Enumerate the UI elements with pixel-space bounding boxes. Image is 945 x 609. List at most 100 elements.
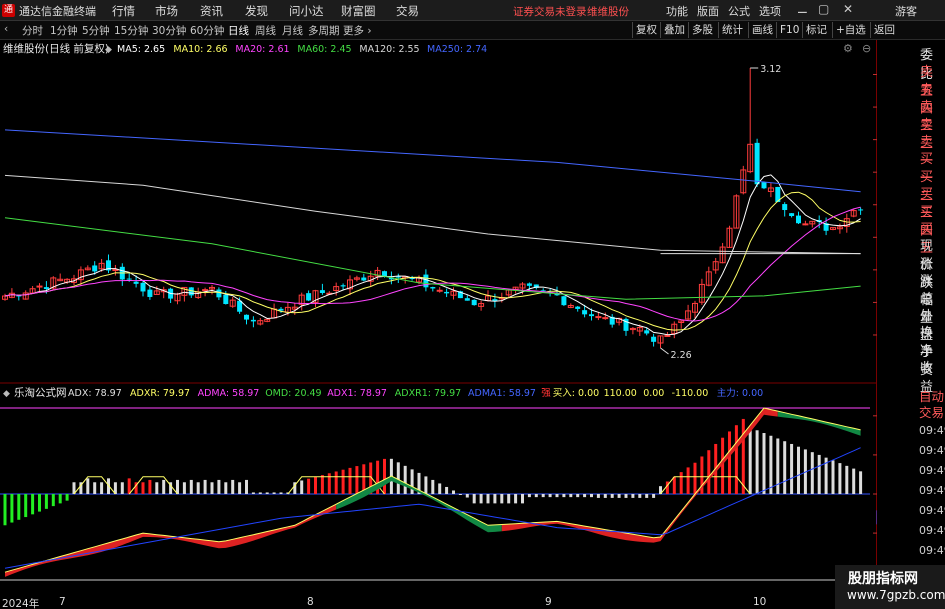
- menu-function[interactable]: 功能: [666, 3, 688, 19]
- add-favorite-button[interactable]: +自选: [832, 22, 869, 38]
- indicator-toggle-icon[interactable]: ◆: [3, 389, 10, 399]
- kline-candle: [464, 298, 470, 301]
- indicator-bar: [790, 443, 794, 494]
- ma250-line: [4, 129, 861, 193]
- indicator-legend-item: 0.00: [643, 388, 664, 399]
- indicator-bar: [610, 494, 614, 498]
- period-1min[interactable]: 1分钟: [50, 23, 78, 38]
- time-label: 09:49: [919, 464, 945, 477]
- back-arrow-icon[interactable]: ‹: [4, 23, 8, 35]
- ma-legend-item: MA120: 2.55: [359, 44, 419, 55]
- kline-candle: [444, 291, 450, 294]
- period-multi[interactable]: 多周期: [308, 23, 340, 38]
- indicator-bar: [797, 446, 800, 494]
- login-warning[interactable]: 证券交易未登录: [513, 4, 587, 19]
- indicator-bar: [210, 482, 214, 494]
- indicator-bar: [472, 494, 476, 504]
- overlay-button[interactable]: 叠加: [660, 22, 688, 38]
- menu-quotes[interactable]: 行情: [112, 3, 135, 19]
- indicator-legend-item: ADMA: 58.97: [198, 388, 260, 399]
- ma10-line: [4, 191, 861, 331]
- period-more[interactable]: 更多 ›: [343, 23, 372, 38]
- date-label: 10: [753, 596, 767, 608]
- mark-button[interactable]: 标记: [802, 22, 830, 38]
- right-time-panel: 自动交易09:4909:4909:4909:4909:4909:4909:490…: [917, 382, 945, 582]
- period-tick[interactable]: 分时: [22, 23, 43, 38]
- indicator-bar: [141, 482, 145, 494]
- menu-discover[interactable]: 发现: [245, 3, 268, 19]
- period-60min[interactable]: 60分钟: [190, 23, 224, 38]
- period-30min[interactable]: 30分钟: [152, 23, 186, 38]
- min-price-label: 2.26: [671, 350, 692, 361]
- indicator-bar: [93, 482, 97, 494]
- indicator-bar: [859, 471, 863, 494]
- indicator-bar: [3, 494, 7, 526]
- minimize-icon[interactable]: ⚊: [797, 2, 808, 16]
- stats-button[interactable]: 统计: [718, 22, 746, 38]
- kline-candle: [651, 336, 657, 342]
- menu-market[interactable]: 市场: [155, 3, 178, 19]
- adjust-button[interactable]: 复权: [632, 22, 660, 38]
- indicator-bar: [38, 494, 41, 512]
- menu-news[interactable]: 资讯: [200, 3, 223, 19]
- indicator-bar: [265, 492, 269, 494]
- maximize-icon[interactable]: ▢: [818, 2, 829, 16]
- menu-formula[interactable]: 公式: [728, 3, 750, 19]
- indicator-bar: [534, 494, 538, 498]
- kline-candle: [223, 294, 229, 305]
- period-daily[interactable]: 日线: [228, 23, 249, 38]
- indicator-bar: [810, 452, 814, 494]
- min-pointer: [660, 347, 669, 355]
- period-15min[interactable]: 15分钟: [114, 23, 148, 38]
- kline-candle: [796, 215, 801, 224]
- draw-button[interactable]: 画线: [748, 22, 776, 38]
- ma-toggle-icon[interactable]: ◆: [105, 45, 112, 55]
- kline-candle: [244, 314, 249, 320]
- period-5min[interactable]: 5分钟: [82, 23, 110, 38]
- settings-icon[interactable]: ⚙: [843, 42, 853, 55]
- indicator-bar: [728, 431, 731, 494]
- menu-ask[interactable]: 问小达: [289, 3, 324, 19]
- return-button[interactable]: 返回: [870, 22, 898, 38]
- indicator-bar: [693, 462, 697, 494]
- f10-button[interactable]: F10: [776, 22, 802, 38]
- indicator-bar: [479, 494, 483, 504]
- indicator-bar: [583, 494, 587, 498]
- period-monthly[interactable]: 月线: [282, 23, 303, 38]
- indicator-bar: [631, 494, 635, 498]
- indicator-bar: [596, 494, 600, 498]
- indicator-bar: [403, 465, 407, 494]
- indicator-bar: [762, 433, 766, 494]
- indicator-bar: [279, 492, 283, 494]
- indicator-bar: [755, 430, 759, 494]
- indicator-bar: [424, 476, 428, 494]
- kline-candle: [761, 182, 767, 189]
- indicator-bar: [514, 494, 518, 504]
- watermark-title: 股朋指标网: [848, 571, 918, 587]
- indicator-bar: [341, 469, 345, 494]
- menu-trade[interactable]: 交易: [396, 3, 419, 19]
- indicator-bar: [355, 466, 359, 494]
- indicator-bar: [51, 494, 55, 507]
- collapse-icon[interactable]: ⊖: [862, 42, 871, 55]
- menu-options[interactable]: 选项: [759, 3, 781, 19]
- indicator-bar: [748, 427, 752, 494]
- kline-chart[interactable]: 维维股份(日线 前复权) ◆ MA5: 2.65 MA10: 2.66 MA20: …: [0, 40, 877, 600]
- time-label: 09:49: [919, 424, 945, 437]
- indicator-legend-item: 强: [541, 388, 551, 399]
- indicator-bar: [58, 494, 62, 504]
- user-guest[interactable]: 游客: [895, 3, 917, 19]
- auto-trade-label[interactable]: 交易: [919, 402, 944, 421]
- indicator-bar: [783, 441, 787, 494]
- kline-candle: [306, 293, 312, 301]
- indicator-legend-item: ADX: 78.97: [68, 388, 122, 399]
- time-label: 09:49: [919, 544, 945, 557]
- close-icon[interactable]: ✕: [843, 2, 853, 16]
- multi-stock-button[interactable]: 多股: [688, 22, 716, 38]
- indicator-bar: [348, 467, 352, 494]
- menu-layout[interactable]: 版面: [697, 3, 719, 19]
- menu-wealth[interactable]: 财富圈: [341, 3, 376, 19]
- indicator-bar: [500, 494, 504, 504]
- ma5-line: [4, 174, 861, 336]
- period-weekly[interactable]: 周线: [255, 23, 276, 38]
